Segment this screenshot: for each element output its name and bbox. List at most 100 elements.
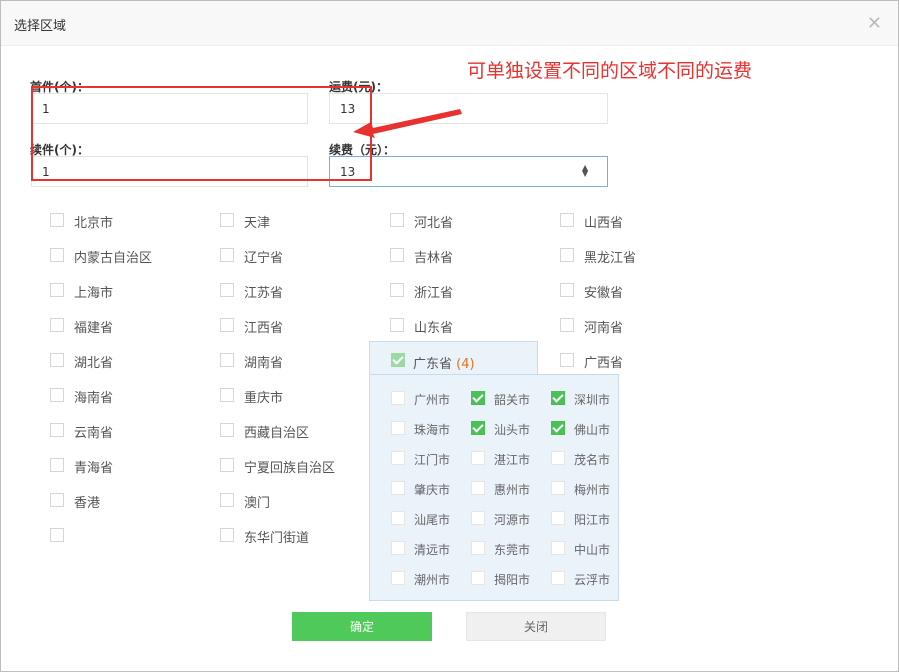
city-checkbox[interactable] <box>391 451 405 465</box>
province-label: 湖南省 <box>244 356 284 371</box>
province-checkbox[interactable] <box>50 283 64 297</box>
province-checkbox[interactable] <box>50 528 64 542</box>
province-checkbox[interactable] <box>220 458 234 472</box>
close-icon[interactable]: ✕ <box>867 13 882 34</box>
province-label: 安徽省 <box>584 286 624 301</box>
city-checkbox[interactable] <box>551 481 565 495</box>
city-label: 河源市 <box>494 513 531 527</box>
city-checkbox[interactable] <box>391 571 405 585</box>
city-checkbox[interactable] <box>471 571 485 585</box>
extra-item-input[interactable] <box>31 156 308 187</box>
city-label: 清远市 <box>414 543 451 557</box>
city-label: 江门市 <box>414 453 451 467</box>
province-checkbox[interactable] <box>50 248 64 262</box>
province-checkbox[interactable] <box>220 528 234 542</box>
city-label: 佛山市 <box>574 423 611 437</box>
province-checkbox[interactable] <box>560 213 574 227</box>
province-label: 天津 <box>244 216 271 231</box>
province-checkbox[interactable] <box>50 458 64 472</box>
province-checkbox[interactable] <box>390 318 404 332</box>
province-checkbox[interactable] <box>220 388 234 402</box>
city-checkbox[interactable] <box>471 541 485 555</box>
province-label: 重庆市 <box>244 391 284 406</box>
province-checkbox[interactable] <box>390 213 404 227</box>
confirm-button[interactable]: 确定 <box>292 612 432 641</box>
province-checkbox[interactable] <box>560 353 574 367</box>
city-label: 潮州市 <box>414 573 451 587</box>
city-label: 云浮市 <box>574 573 611 587</box>
province-label: 山东省 <box>414 321 454 336</box>
province-checkbox[interactable] <box>50 493 64 507</box>
city-label: 汕头市 <box>494 423 531 437</box>
city-label: 韶关市 <box>494 393 531 407</box>
city-label: 湛江市 <box>494 453 531 467</box>
province-checkbox[interactable] <box>50 318 64 332</box>
province-checkbox[interactable] <box>220 318 234 332</box>
province-checkbox[interactable] <box>220 493 234 507</box>
city-checkbox[interactable] <box>471 391 485 405</box>
extra-fee-input[interactable] <box>329 156 608 187</box>
dialog-title: 选择区域 <box>14 19 67 34</box>
city-checkbox[interactable] <box>391 391 405 405</box>
province-label: 广西省 <box>584 356 624 371</box>
guangdong-checkbox[interactable] <box>391 353 405 367</box>
close-button[interactable]: 关闭 <box>466 612 606 641</box>
city-checkbox[interactable] <box>551 421 565 435</box>
province-checkbox[interactable] <box>560 318 574 332</box>
province-label: 河南省 <box>584 321 624 336</box>
city-checkbox[interactable] <box>391 541 405 555</box>
province-checkbox[interactable] <box>220 213 234 227</box>
first-fee-input[interactable] <box>329 93 608 124</box>
province-checkbox[interactable] <box>50 353 64 367</box>
city-checkbox[interactable] <box>391 481 405 495</box>
province-checkbox[interactable] <box>220 283 234 297</box>
city-label: 揭阳市 <box>494 573 531 587</box>
province-label: 湖北省 <box>74 356 114 371</box>
annotation-text: 可单独设置不同的区域不同的运费 <box>467 60 753 82</box>
province-checkbox[interactable] <box>220 423 234 437</box>
province-label: 黑龙江省 <box>584 251 637 266</box>
province-checkbox[interactable] <box>50 423 64 437</box>
province-label: 宁夏回族自治区 <box>244 461 336 476</box>
select-region-dialog: 选择区域 ✕ 可单独设置不同的区域不同的运费 首件(个)： 运费(元)： 续件(… <box>0 0 899 672</box>
city-checkbox[interactable] <box>551 391 565 405</box>
province-label: 吉林省 <box>414 251 454 266</box>
province-checkbox[interactable] <box>220 248 234 262</box>
city-checkbox[interactable] <box>551 451 565 465</box>
province-label: 青海省 <box>74 461 114 476</box>
province-label: 北京市 <box>74 216 114 231</box>
province-label: 山西省 <box>584 216 624 231</box>
city-label: 中山市 <box>574 543 611 557</box>
city-checkbox[interactable] <box>471 451 485 465</box>
city-label: 汕尾市 <box>414 513 451 527</box>
city-checkbox[interactable] <box>551 511 565 525</box>
province-label: 内蒙古自治区 <box>74 251 153 266</box>
city-checkbox[interactable] <box>551 541 565 555</box>
dialog-title-bar: 选择区域 ✕ <box>1 1 898 46</box>
province-checkbox[interactable] <box>560 283 574 297</box>
stepper-arrows-icon[interactable]: ▲ ▼ <box>582 164 588 178</box>
city-checkbox[interactable] <box>391 421 405 435</box>
province-label: 云南省 <box>74 426 114 441</box>
province-label: 河北省 <box>414 216 454 231</box>
first-item-input[interactable] <box>31 93 308 124</box>
province-checkbox[interactable] <box>50 213 64 227</box>
province-label: 江苏省 <box>244 286 284 301</box>
city-checkbox[interactable] <box>391 511 405 525</box>
province-label: 浙江省 <box>414 286 454 301</box>
city-label: 东莞市 <box>494 543 531 557</box>
province-checkbox[interactable] <box>390 248 404 262</box>
city-label: 茂名市 <box>574 453 611 467</box>
city-label: 深圳市 <box>574 393 611 407</box>
province-checkbox[interactable] <box>390 283 404 297</box>
city-label: 广州市 <box>414 393 451 407</box>
province-label: 海南省 <box>74 391 114 406</box>
province-checkbox[interactable] <box>50 388 64 402</box>
city-checkbox[interactable] <box>471 511 485 525</box>
province-checkbox[interactable] <box>560 248 574 262</box>
city-checkbox[interactable] <box>471 421 485 435</box>
city-checkbox[interactable] <box>551 571 565 585</box>
city-checkbox[interactable] <box>471 481 485 495</box>
province-checkbox[interactable] <box>220 353 234 367</box>
city-label: 惠州市 <box>494 483 531 497</box>
